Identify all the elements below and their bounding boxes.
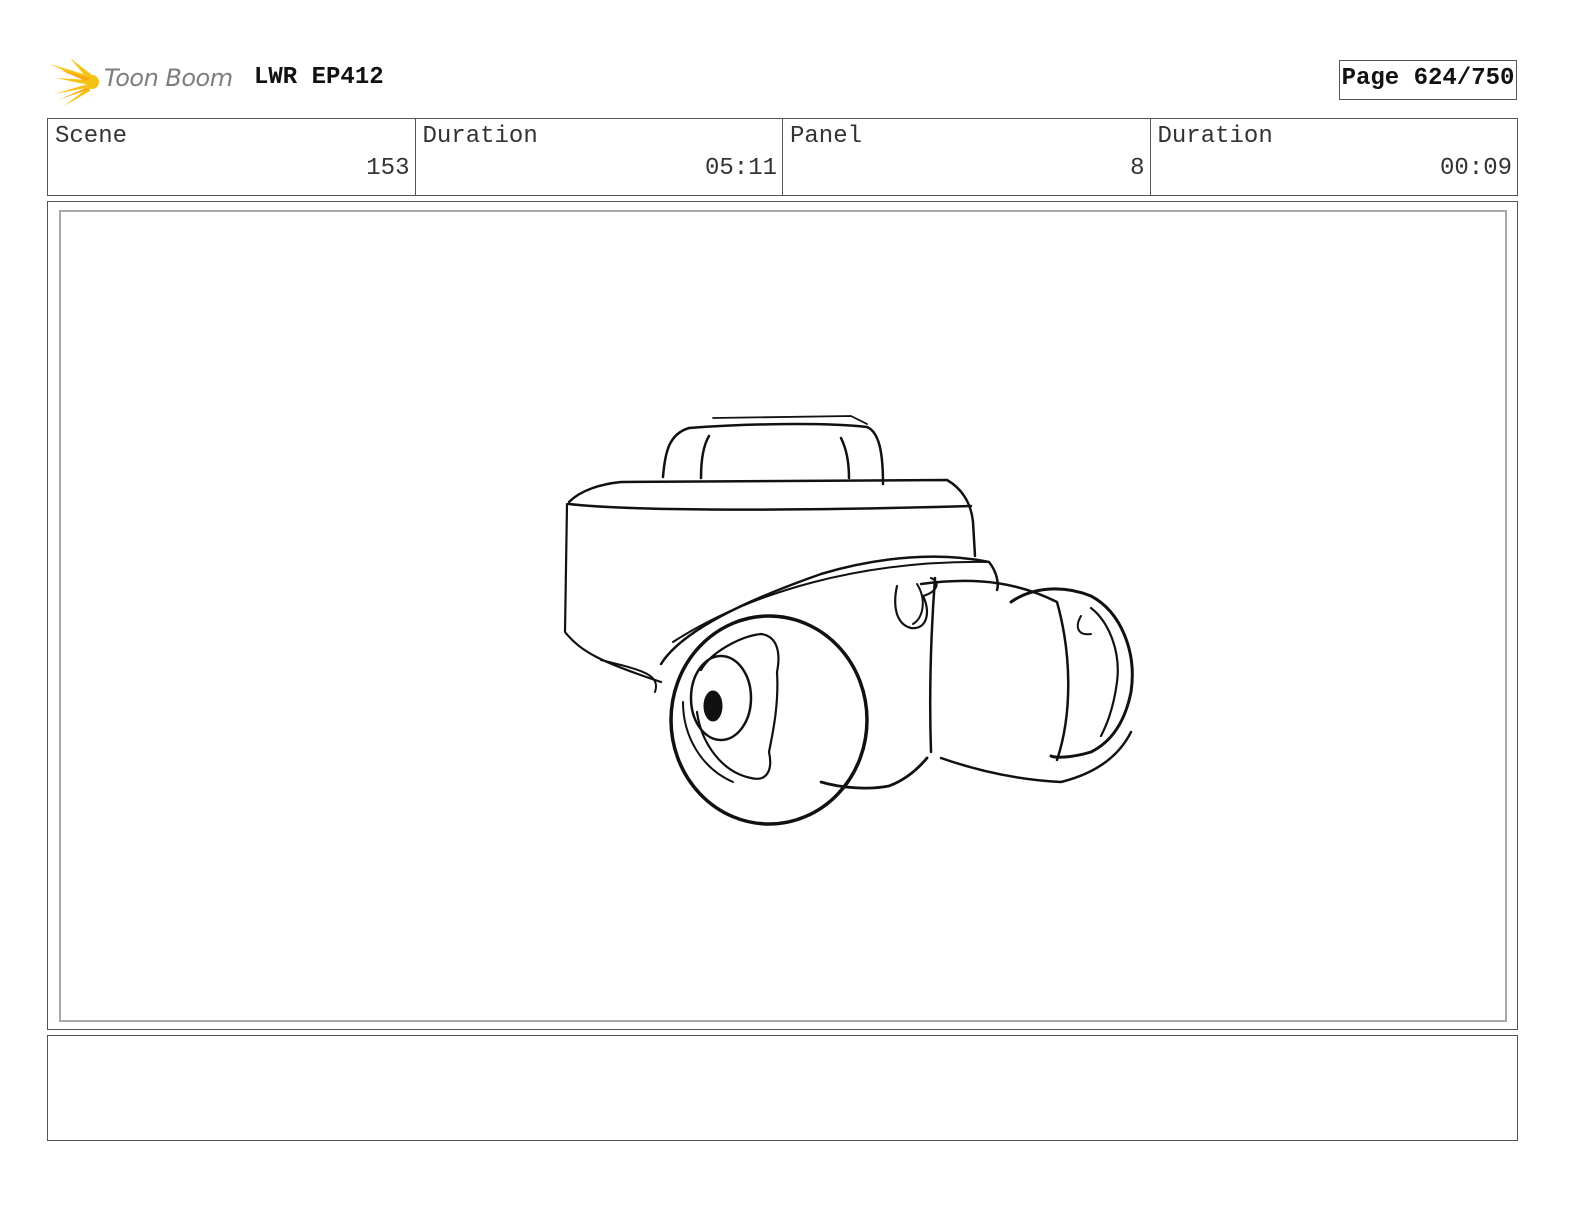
panel-duration-cell: Duration 00:09 [1151,119,1518,195]
panel-duration-value: 00:09 [1439,155,1512,182]
scene-value: 153 [366,155,410,182]
panel-duration-label: Duration [1157,123,1273,150]
panel-cell: Panel 8 [783,119,1151,195]
project-title: LWR EP412 [254,64,384,91]
panel-info-row: Scene 153 Duration 05:11 Panel 8 Duratio… [47,118,1518,196]
camera-sketch-icon [563,415,1134,826]
scene-duration-label: Duration [422,123,538,150]
panel-value: 8 [1130,155,1145,182]
panel-label: Panel [790,123,863,150]
scene-label: Scene [55,123,128,150]
storyboard-panel-frame [47,201,1518,1030]
scene-duration-value: 05:11 [704,155,777,182]
page-indicator: Page 624/750 [1339,60,1517,100]
storyboard-panel-image [59,210,1507,1022]
scene-cell: Scene 153 [48,119,416,195]
panel-notes-box [47,1035,1518,1141]
logo-wordmark: Toon Boom [104,64,233,92]
scene-duration-cell: Duration 05:11 [416,119,783,195]
